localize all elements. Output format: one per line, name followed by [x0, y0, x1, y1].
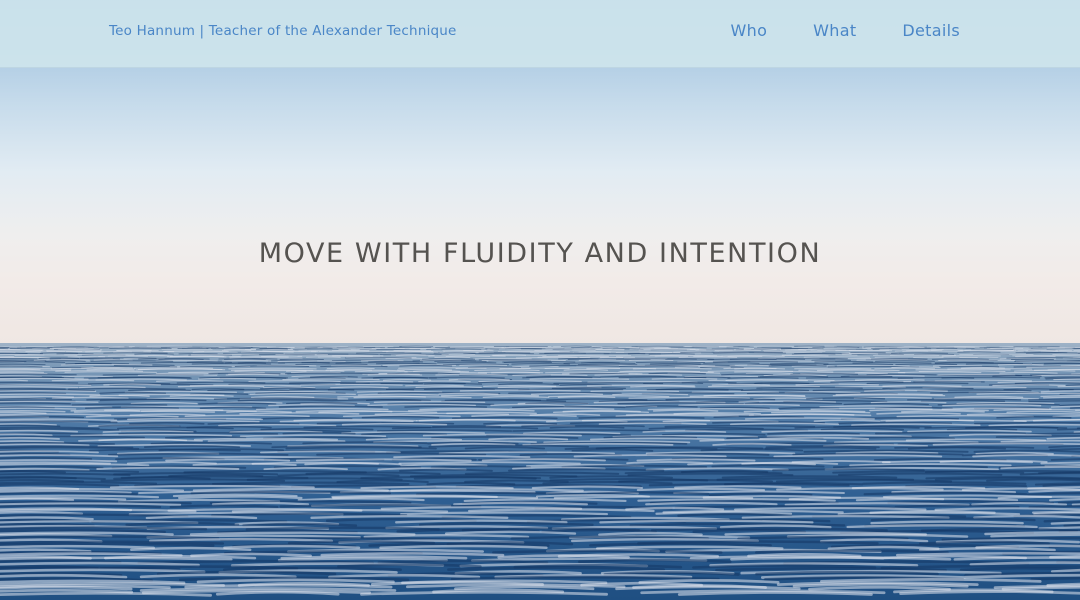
sea [0, 343, 1080, 600]
nav-link-who[interactable]: Who [731, 21, 768, 40]
nav-link-details[interactable]: Details [902, 21, 960, 40]
hero-headline: MOVE WITH FLUIDITY AND INTENTION [258, 238, 822, 269]
top-navbar: Teo Hannum | Teacher of the Alexander Te… [0, 0, 1080, 68]
nav-link-what[interactable]: What [813, 21, 856, 40]
site-title-link[interactable]: Teo Hannum | Teacher of the Alexander Te… [109, 23, 457, 39]
page: Teo Hannum | Teacher of the Alexander Te… [0, 0, 1080, 600]
hero-background-image [0, 0, 1080, 600]
main-nav: Who What Details [731, 21, 960, 40]
